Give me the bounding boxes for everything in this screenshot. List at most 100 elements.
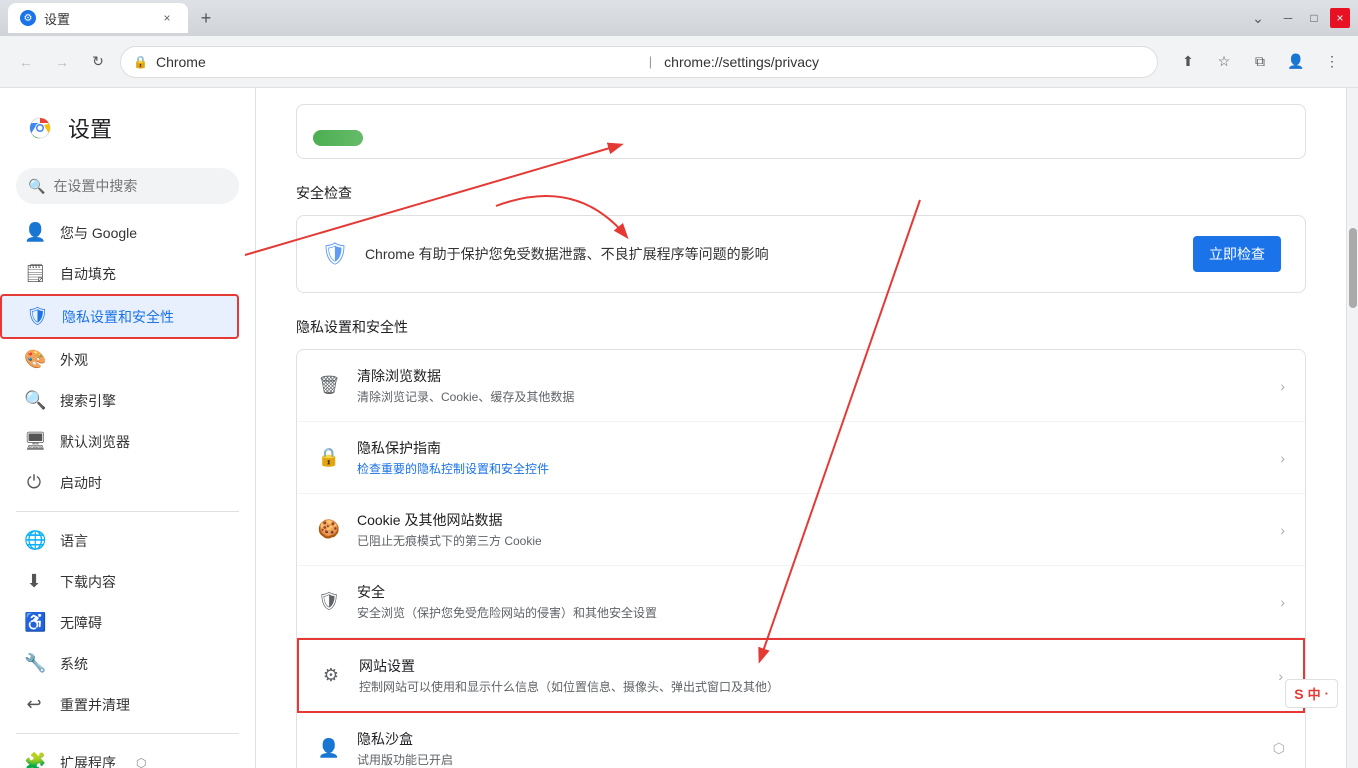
cookies-text: Cookie 及其他网站数据 已阻止无痕模式下的第三方 Cookie <box>357 510 1264 549</box>
safety-check-card: 🛡 Chrome 有助于保护您免受数据泄露、不良扩展程序等问题的影响 立即检查 <box>296 215 1306 293</box>
extensions-external-icon: ⬡ <box>136 756 146 768</box>
safety-shield-icon: 🛡 <box>321 241 349 267</box>
sidebar-item-download[interactable]: ⬇ 下载内容 <box>0 561 239 602</box>
address-right-icons: ⬆ ☆ ⧉ 👤 ⋮ <box>1174 48 1346 76</box>
chrome-collapse-button[interactable]: ⌄ <box>1244 4 1272 32</box>
security-title: 安全 <box>357 582 1264 602</box>
sogou-s-icon: S <box>1294 686 1303 702</box>
tab-label: 设置 <box>44 9 70 28</box>
site-settings-item[interactable]: ⚙ 网站设置 控制网站可以使用和显示什么信息（如位置信息、摄像头、弹出式窗口及其… <box>297 638 1305 713</box>
site-lock-icon: 🔒 <box>133 55 148 69</box>
sidebar-item-search[interactable]: 🔍 搜索引擎 <box>0 380 239 421</box>
sidebar-label-privacy: 隐私设置和安全性 <box>62 307 174 327</box>
clear-browsing-title: 清除浏览数据 <box>357 366 1264 386</box>
privacy-list: 🗑 清除浏览数据 清除浏览记录、Cookie、缓存及其他数据 › 🔒 隐私保护指… <box>296 349 1306 768</box>
sidebar-label-appearance: 外观 <box>60 350 88 370</box>
address-bar: ← → ↻ 🔒 Chrome | chrome://settings/priva… <box>0 36 1358 88</box>
privacy-section-header: 隐私设置和安全性 <box>296 317 1306 337</box>
security-icon: 🛡 <box>317 590 341 614</box>
sidebar-label-autofill: 自动填充 <box>60 264 116 284</box>
security-item[interactable]: 🛡 安全 安全浏览（保护您免受危险网站的侵害）和其他安全设置 › <box>297 566 1305 638</box>
startup-icon: ⏻ <box>24 472 44 493</box>
main-container: 设置 🔍 👤 您与 Google 🗒 自动填充 🛡 隐私设置和安全性 🎨 外观 <box>0 88 1358 768</box>
active-tab[interactable]: ⚙ 设置 × <box>8 3 188 33</box>
tab-favicon: ⚙ <box>20 10 36 26</box>
security-arrow: › <box>1280 594 1285 610</box>
clear-browsing-item[interactable]: 🗑 清除浏览数据 清除浏览记录、Cookie、缓存及其他数据 › <box>297 350 1305 422</box>
address-input[interactable]: 🔒 Chrome | chrome://settings/privacy <box>120 46 1158 78</box>
sidebar-item-startup[interactable]: ⏻ 启动时 <box>0 462 239 503</box>
accessibility-icon: ♿ <box>24 612 44 633</box>
cookies-arrow: › <box>1280 522 1285 538</box>
clear-browsing-icon: 🗑 <box>317 374 341 398</box>
site-settings-subtitle: 控制网站可以使用和显示什么信息（如位置信息、摄像头、弹出式窗口及其他） <box>359 678 1262 695</box>
scrollbar[interactable] <box>1346 88 1358 768</box>
new-tab-button[interactable]: + <box>192 4 220 32</box>
minimize-button[interactable]: ─ <box>1278 8 1298 28</box>
safety-description: Chrome 有助于保护您免受数据泄露、不良扩展程序等问题的影响 <box>365 244 1177 264</box>
refresh-button[interactable]: ↻ <box>84 48 112 76</box>
sogou-dot: · <box>1325 686 1329 701</box>
sandbox-item[interactable]: 👤 隐私沙盒 试用版功能已开启 ⬡ <box>297 713 1305 768</box>
search-input[interactable] <box>53 178 227 194</box>
title-bar-left: ⚙ 设置 × + <box>8 3 220 33</box>
sandbox-icon: 👤 <box>317 737 341 761</box>
close-button[interactable]: × <box>1330 8 1350 28</box>
site-settings-icon: ⚙ <box>319 664 343 688</box>
sidebar-item-appearance[interactable]: 🎨 外观 <box>0 339 239 380</box>
top-partial-progress <box>313 130 363 146</box>
address-url: chrome://settings/privacy <box>664 54 1145 70</box>
safety-check-button[interactable]: 立即检查 <box>1193 236 1281 272</box>
sidebar-item-accessibility[interactable]: ♿ 无障碍 <box>0 602 239 643</box>
bookmark-button[interactable]: ☆ <box>1210 48 1238 76</box>
cookies-title: Cookie 及其他网站数据 <box>357 510 1264 530</box>
privacy-guide-icon: 🔒 <box>317 446 341 470</box>
sidebar-label-browser: 默认浏览器 <box>60 432 130 452</box>
search-engine-icon: 🔍 <box>24 390 44 411</box>
sandbox-text: 隐私沙盒 试用版功能已开启 <box>357 729 1257 768</box>
extensions-icon: 🧩 <box>24 752 44 768</box>
scrollbar-thumb[interactable] <box>1349 228 1357 308</box>
sandbox-title: 隐私沙盒 <box>357 729 1257 749</box>
reset-icon: ↩ <box>24 694 44 715</box>
privacy-shield-icon: 🛡 <box>26 306 46 327</box>
cookies-item[interactable]: 🍪 Cookie 及其他网站数据 已阻止无痕模式下的第三方 Cookie › <box>297 494 1305 566</box>
sidebar-item-extensions[interactable]: 🧩 扩展程序 ⬡ <box>0 742 239 768</box>
back-button[interactable]: ← <box>12 48 40 76</box>
address-chrome-label: Chrome <box>156 54 637 70</box>
sidebar-title: 设置 <box>68 112 112 144</box>
system-icon: 🔧 <box>24 653 44 674</box>
appearance-icon: 🎨 <box>24 349 44 370</box>
sidebar-label-language: 语言 <box>60 531 88 551</box>
profile-button[interactable]: 👤 <box>1282 48 1310 76</box>
google-icon: 👤 <box>24 222 44 243</box>
cookies-icon: 🍪 <box>317 518 341 542</box>
sidebar-item-reset[interactable]: ↩ 重置并清理 <box>0 684 239 725</box>
window-controls: ⌄ ─ □ × <box>1244 4 1350 32</box>
sandbox-external-icon: ⬡ <box>1273 740 1285 757</box>
sidebar-label-download: 下载内容 <box>60 572 116 592</box>
search-bar[interactable]: 🔍 <box>16 168 239 204</box>
sandbox-subtitle: 试用版功能已开启 <box>357 751 1257 768</box>
maximize-button[interactable]: □ <box>1304 8 1324 28</box>
menu-button[interactable]: ⋮ <box>1318 48 1346 76</box>
sidebar: 设置 🔍 👤 您与 Google 🗒 自动填充 🛡 隐私设置和安全性 🎨 外观 <box>0 88 256 768</box>
sidebar-item-browser[interactable]: 🖥 默认浏览器 <box>0 421 239 462</box>
share-button[interactable]: ⬆ <box>1174 48 1202 76</box>
top-partial-card <box>296 104 1306 159</box>
sidebar-item-autofill[interactable]: 🗒 自动填充 <box>0 253 239 294</box>
sogou-badge: S 中 · <box>1285 679 1338 708</box>
privacy-guide-text: 隐私保护指南 检查重要的隐私控制设置和安全控件 <box>357 438 1264 477</box>
cookies-subtitle: 已阻止无痕模式下的第三方 Cookie <box>357 532 1264 549</box>
forward-button[interactable]: → <box>48 48 76 76</box>
sidebar-item-language[interactable]: 🌐 语言 <box>0 520 239 561</box>
sidebar-item-privacy[interactable]: 🛡 隐私设置和安全性 <box>0 294 239 339</box>
sidebar-item-system[interactable]: 🔧 系统 <box>0 643 239 684</box>
tab-close-button[interactable]: × <box>158 9 176 27</box>
clear-browsing-text: 清除浏览数据 清除浏览记录、Cookie、缓存及其他数据 <box>357 366 1264 405</box>
privacy-guide-item[interactable]: 🔒 隐私保护指南 检查重要的隐私控制设置和安全控件 › <box>297 422 1305 494</box>
split-screen-button[interactable]: ⧉ <box>1246 48 1274 76</box>
sidebar-item-google[interactable]: 👤 您与 Google <box>0 212 239 253</box>
privacy-guide-title: 隐私保护指南 <box>357 438 1264 458</box>
sidebar-label-system: 系统 <box>60 654 88 674</box>
